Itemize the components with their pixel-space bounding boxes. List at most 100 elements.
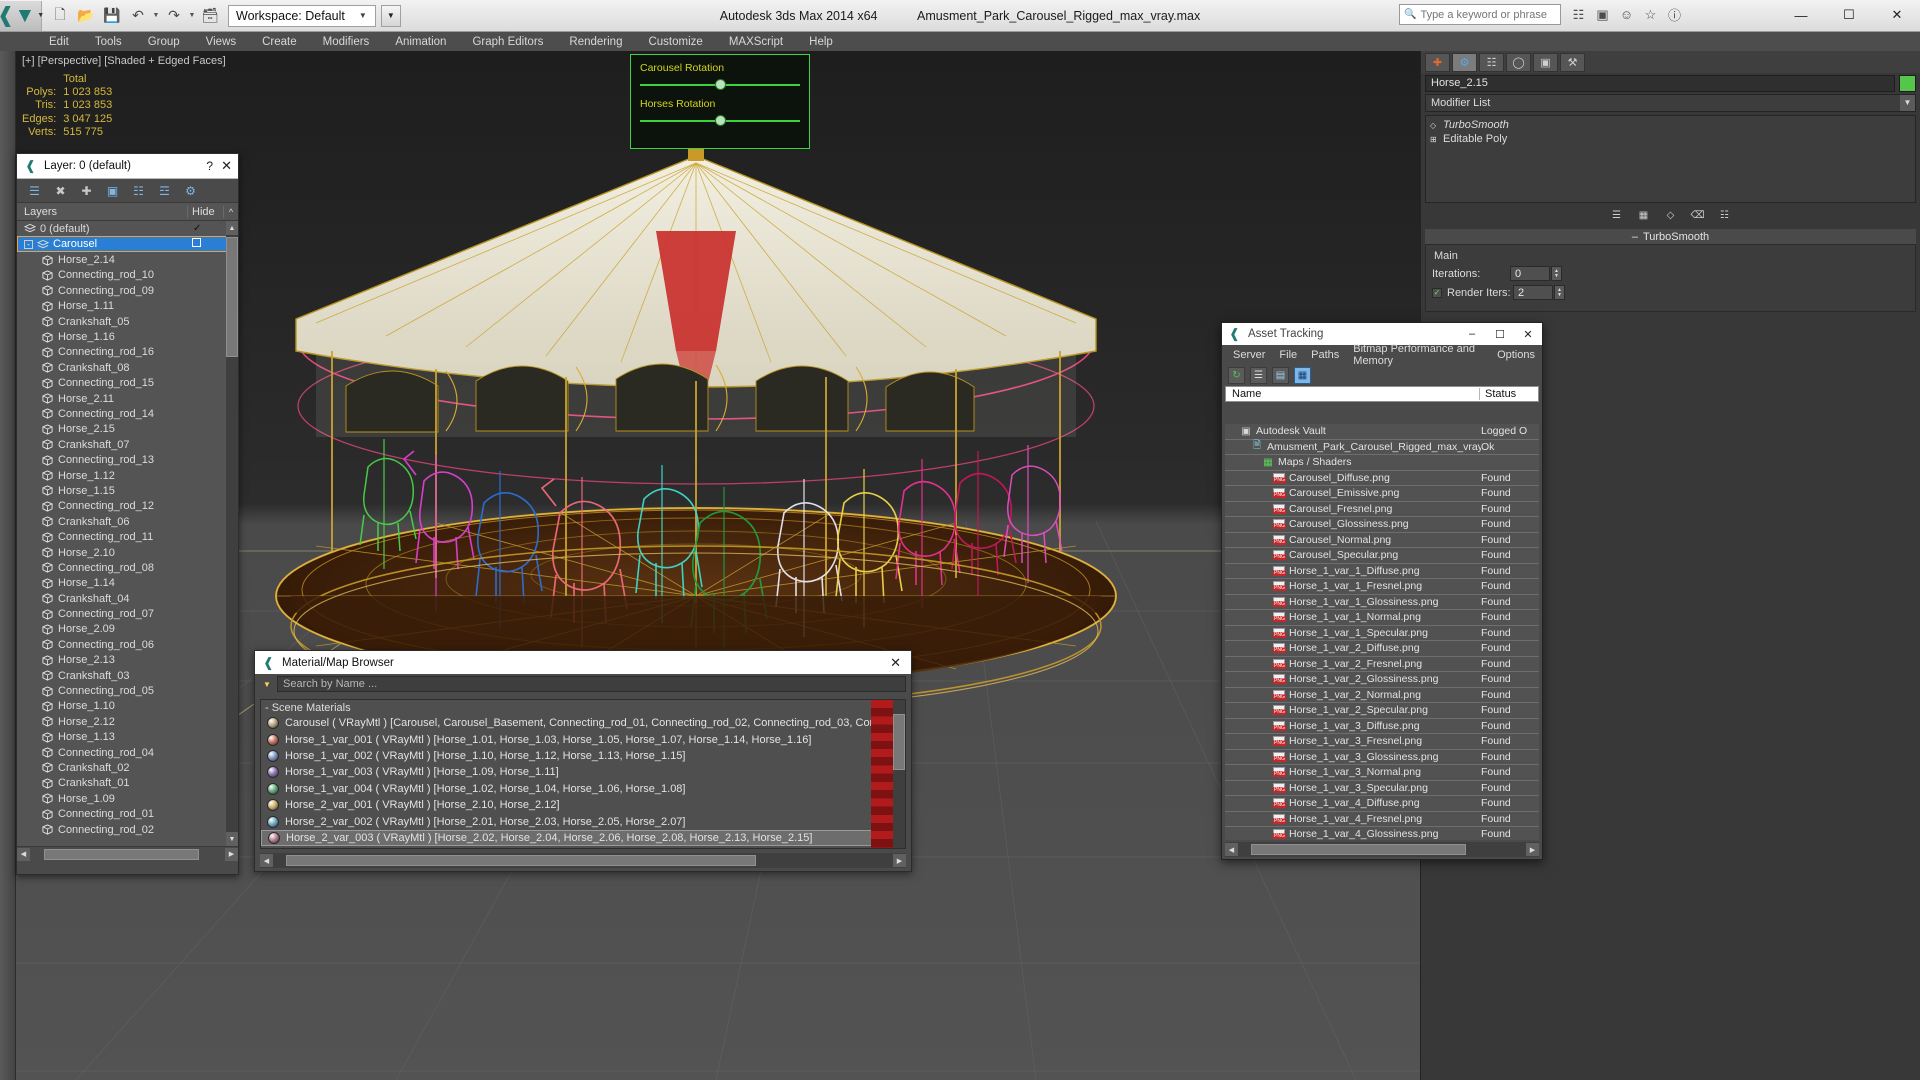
layer-object-row[interactable]: Crankshaft_08: [17, 360, 238, 375]
layer-object-row[interactable]: Horse_1.11: [17, 299, 238, 314]
layer-object-row[interactable]: Connecting_rod_12: [17, 499, 238, 514]
autodesk-account-icon[interactable]: ☺: [1617, 5, 1636, 24]
slider-knob[interactable]: [715, 115, 727, 126]
menu-item-customize[interactable]: Customize: [635, 34, 715, 50]
add-layer-icon[interactable]: ✚: [79, 183, 94, 198]
layer-object-row[interactable]: Connecting_rod_06: [17, 637, 238, 652]
new-icon[interactable]: 🗋: [48, 4, 72, 28]
material-search-input[interactable]: Search by Name ...: [277, 676, 906, 692]
layer-object-row[interactable]: Horse_1.10: [17, 699, 238, 714]
asset-row[interactable]: Horse_1_var_4_Fresnel.png Found: [1225, 812, 1539, 827]
render-iters-value[interactable]: 2: [1513, 285, 1553, 300]
asset-row[interactable]: Carousel_Specular.png Found: [1225, 548, 1539, 564]
exchange-store-icon[interactable]: ▣: [1593, 5, 1612, 24]
modifier-stack[interactable]: ◇ TurboSmooth ⊞ Editable Poly: [1425, 115, 1916, 203]
column-name[interactable]: Name: [1226, 388, 1480, 400]
asset-row[interactable]: Horse_1_var_2_Normal.png Found: [1225, 688, 1539, 703]
asset-row[interactable]: Horse_1_var_4_Glossiness.png Found: [1225, 827, 1539, 840]
material-horizontal-scrollbar[interactable]: ◀ ▶: [260, 853, 906, 868]
new-layer-icon[interactable]: ☰: [27, 183, 42, 198]
motion-tab[interactable]: ◯: [1506, 52, 1531, 72]
redo-icon[interactable]: ↷: [162, 4, 186, 28]
layer-object-row[interactable]: Crankshaft_04: [17, 591, 238, 606]
material-row[interactable]: Horse_2_var_002 ( VRayMtl ) [Horse_2.01,…: [261, 813, 905, 829]
help-icon[interactable]: ⓘ: [1665, 5, 1684, 24]
app-logo-button[interactable]: ❰▼ ▼: [0, 0, 44, 31]
h-scrollbar-thumb[interactable]: [1251, 844, 1466, 855]
modify-tab[interactable]: ⚙: [1452, 52, 1477, 72]
asset-row[interactable]: Carousel_Diffuse.png Found: [1225, 471, 1539, 486]
layer-object-row[interactable]: Horse_2.10: [17, 545, 238, 560]
close-button[interactable]: ✕: [1514, 323, 1542, 345]
scroll-left-icon[interactable]: ◀: [17, 847, 30, 861]
layer-object-row[interactable]: Horse_1.15: [17, 483, 238, 498]
material-row[interactable]: Horse_1_var_001 ( VRayMtl ) [Horse_1.01,…: [261, 731, 905, 747]
material-row[interactable]: Horse_1_var_003 ( VRayMtl ) [Horse_1.09,…: [261, 764, 905, 780]
scene-materials-group-header[interactable]: - Scene Materials: [261, 700, 905, 715]
expand-collapse-icon[interactable]: -: [24, 239, 33, 249]
asset-row[interactable]: 🗎 Amusment_Park_Carousel_Rigged_max_vray.…: [1225, 440, 1539, 455]
asset-menu-bitmap-performance-and-memory[interactable]: Bitmap Performance and Memory: [1346, 341, 1490, 369]
asset-row[interactable]: Horse_1_var_3_Diffuse.png Found: [1225, 719, 1539, 734]
menu-item-create[interactable]: Create: [249, 34, 310, 50]
chevron-down-icon[interactable]: ▼: [260, 677, 274, 691]
material-vertical-scrollbar[interactable]: [893, 700, 905, 848]
iterations-value[interactable]: 0: [1510, 266, 1550, 281]
show-end-result-icon[interactable]: ▦: [1637, 208, 1651, 222]
configure-sets-icon[interactable]: ☷: [1718, 208, 1732, 222]
asset-menu-server[interactable]: Server: [1226, 347, 1272, 363]
scroll-right-icon[interactable]: ▶: [893, 854, 906, 867]
asset-row[interactable]: Horse_1_var_3_Fresnel.png Found: [1225, 734, 1539, 750]
menu-item-help[interactable]: Help: [796, 34, 846, 50]
layer-list[interactable]: ▲ ▼ 0 (default) ✓ - Carousel Horse_2.14 Conne…: [17, 221, 238, 846]
layer-object-row[interactable]: Connecting_rod_11: [17, 529, 238, 544]
comm-center-icon[interactable]: ☷: [1569, 5, 1588, 24]
hierarchy-tab[interactable]: ☷: [1479, 52, 1504, 72]
layer-object-row[interactable]: Crankshaft_01: [17, 776, 238, 791]
slider-knob[interactable]: [715, 79, 727, 90]
asset-row[interactable]: Horse_1_var_1_Fresnel.png Found: [1225, 579, 1539, 595]
favorites-star-icon[interactable]: ☆: [1641, 5, 1660, 24]
layer-object-row[interactable]: Horse_2.13: [17, 653, 238, 668]
asset-row[interactable]: Horse_1_var_1_Diffuse.png Found: [1225, 564, 1539, 579]
material-row[interactable]: Horse_2_var_001 ( VRayMtl ) [Horse_2.10,…: [261, 797, 905, 813]
chevron-down-icon[interactable]: ▼: [1900, 95, 1915, 111]
layer-active-check[interactable]: ✓: [188, 223, 224, 234]
layer-object-row[interactable]: Horse_1.14: [17, 576, 238, 591]
set-project-icon[interactable]: 🗃: [198, 4, 222, 28]
asset-row[interactable]: Horse_1_var_1_Normal.png Found: [1225, 610, 1539, 626]
layer-object-row[interactable]: Horse_1.16: [17, 329, 238, 344]
layer-object-row[interactable]: Crankshaft_05: [17, 314, 238, 329]
stack-toggle-icon[interactable]: ◇: [1430, 121, 1440, 130]
layer-object-row[interactable]: Horse_2.11: [17, 391, 238, 406]
layer-object-row[interactable]: Horse_1.09: [17, 791, 238, 806]
layer-object-row[interactable]: Connecting_rod_09: [17, 283, 238, 298]
layer-object-row[interactable]: Horse_1.12: [17, 468, 238, 483]
asset-menu-options[interactable]: Options: [1490, 347, 1542, 363]
layer-object-row[interactable]: Horse_1.13: [17, 730, 238, 745]
material-list-body[interactable]: - Scene Materials Carousel ( VRayMtl ) […: [260, 699, 906, 849]
asset-tracking-window[interactable]: ❰ Asset Tracking – ☐ ✕ Server File Paths Bi…: [1221, 322, 1543, 860]
close-icon[interactable]: ✕: [221, 158, 232, 174]
menu-item-graph-editors[interactable]: Graph Editors: [459, 34, 556, 50]
pin-stack-icon[interactable]: ☰: [1610, 208, 1624, 222]
delete-layer-icon[interactable]: ✖: [53, 183, 68, 198]
utilities-tab[interactable]: ⚒: [1560, 52, 1585, 72]
asset-row[interactable]: Horse_1_var_4_Diffuse.png Found: [1225, 796, 1539, 812]
h-scrollbar-thumb[interactable]: [286, 855, 756, 866]
list-view-icon[interactable]: ☰: [1250, 366, 1267, 384]
add-selection-icon[interactable]: ☲: [157, 183, 172, 198]
maximize-button[interactable]: ☐: [1486, 323, 1514, 345]
asset-row[interactable]: Horse_1_var_3_Glossiness.png Found: [1225, 750, 1539, 765]
render-iters-spinner[interactable]: ▲ ▼: [1554, 285, 1565, 300]
rollout-header[interactable]: – TurboSmooth: [1425, 229, 1916, 244]
menu-item-animation[interactable]: Animation: [382, 34, 459, 50]
asset-row[interactable]: Horse_1_var_3_Normal.png Found: [1225, 765, 1539, 781]
render-iters-checkbox[interactable]: ✓: [1432, 287, 1442, 298]
material-row[interactable]: Horse_2_var_004 ( VRayMtl ) [Horse_2.09,…: [261, 846, 905, 848]
asset-row[interactable]: Horse_1_var_2_Fresnel.png Found: [1225, 657, 1539, 672]
scroll-left-icon[interactable]: ◀: [260, 854, 273, 867]
save-icon[interactable]: 💾: [100, 4, 124, 28]
layer-object-row[interactable]: Connecting_rod_16: [17, 345, 238, 360]
redo-chevron-down-icon[interactable]: ▼: [188, 12, 196, 19]
